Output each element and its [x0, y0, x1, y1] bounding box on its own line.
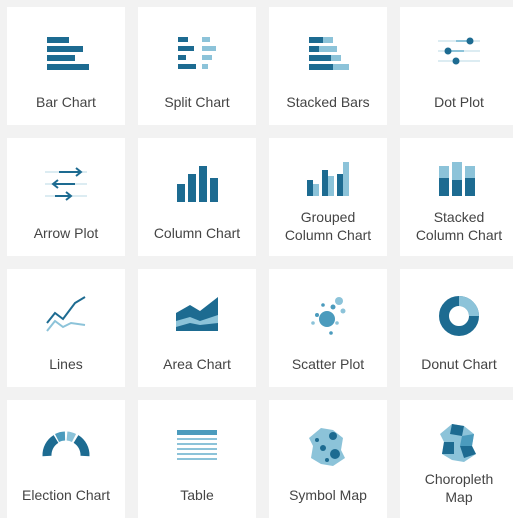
tile-label: Stacked Column Chart: [415, 209, 503, 243]
table-icon: [172, 422, 222, 472]
chart-type-grid: Bar Chart Split Chart Stacked Bars Dot P…: [0, 0, 513, 518]
tile-stacked-column-chart[interactable]: Stacked Column Chart: [400, 138, 513, 256]
tile-label: Column Chart: [153, 225, 241, 241]
tile-label: Symbol Map: [289, 487, 367, 503]
tile-grouped-column-chart[interactable]: Grouped Column Chart: [269, 138, 387, 256]
split-chart-icon: [172, 29, 222, 79]
tile-arrow-plot[interactable]: Arrow Plot: [7, 138, 125, 256]
tile-label: Table: [180, 487, 214, 503]
tile-label: Lines: [49, 356, 83, 372]
tile-label: Bar Chart: [36, 94, 96, 110]
tile-choropleth-map[interactable]: Choropleth Map: [400, 400, 513, 518]
symbol-map-icon: [303, 422, 353, 472]
tile-label: Election Chart: [22, 487, 110, 503]
election-chart-icon: [41, 422, 91, 472]
tile-label: Dot Plot: [434, 94, 484, 110]
tile-label: Arrow Plot: [33, 225, 99, 241]
tile-label: Stacked Bars: [286, 94, 370, 110]
tile-area-chart[interactable]: Area Chart: [138, 269, 256, 387]
lines-icon: [41, 291, 91, 341]
stacked-column-chart-icon: [434, 156, 484, 206]
tile-split-chart[interactable]: Split Chart: [138, 7, 256, 125]
tile-donut-chart[interactable]: Donut Chart: [400, 269, 513, 387]
stacked-bars-icon: [303, 29, 353, 79]
tile-bar-chart[interactable]: Bar Chart: [7, 7, 125, 125]
tile-dot-plot[interactable]: Dot Plot: [400, 7, 513, 125]
tile-label: Choropleth Map: [424, 471, 494, 505]
column-chart-icon: [172, 160, 222, 210]
area-chart-icon: [172, 291, 222, 341]
dot-plot-icon: [434, 29, 484, 79]
tile-lines[interactable]: Lines: [7, 269, 125, 387]
tile-label: Scatter Plot: [291, 356, 365, 372]
tile-column-chart[interactable]: Column Chart: [138, 138, 256, 256]
tile-symbol-map[interactable]: Symbol Map: [269, 400, 387, 518]
tile-label: Grouped Column Chart: [284, 209, 372, 243]
tile-election-chart[interactable]: Election Chart: [7, 400, 125, 518]
tile-label: Split Chart: [164, 94, 230, 110]
tile-label: Donut Chart: [421, 356, 497, 372]
grouped-column-chart-icon: [303, 156, 353, 206]
tile-stacked-bars[interactable]: Stacked Bars: [269, 7, 387, 125]
scatter-plot-icon: [303, 291, 353, 341]
arrow-plot-icon: [41, 160, 91, 210]
tile-scatter-plot[interactable]: Scatter Plot: [269, 269, 387, 387]
bar-chart-icon: [41, 29, 91, 79]
tile-label: Area Chart: [163, 356, 231, 372]
donut-chart-icon: [434, 291, 484, 341]
choropleth-map-icon: [434, 418, 484, 468]
tile-table[interactable]: Table: [138, 400, 256, 518]
